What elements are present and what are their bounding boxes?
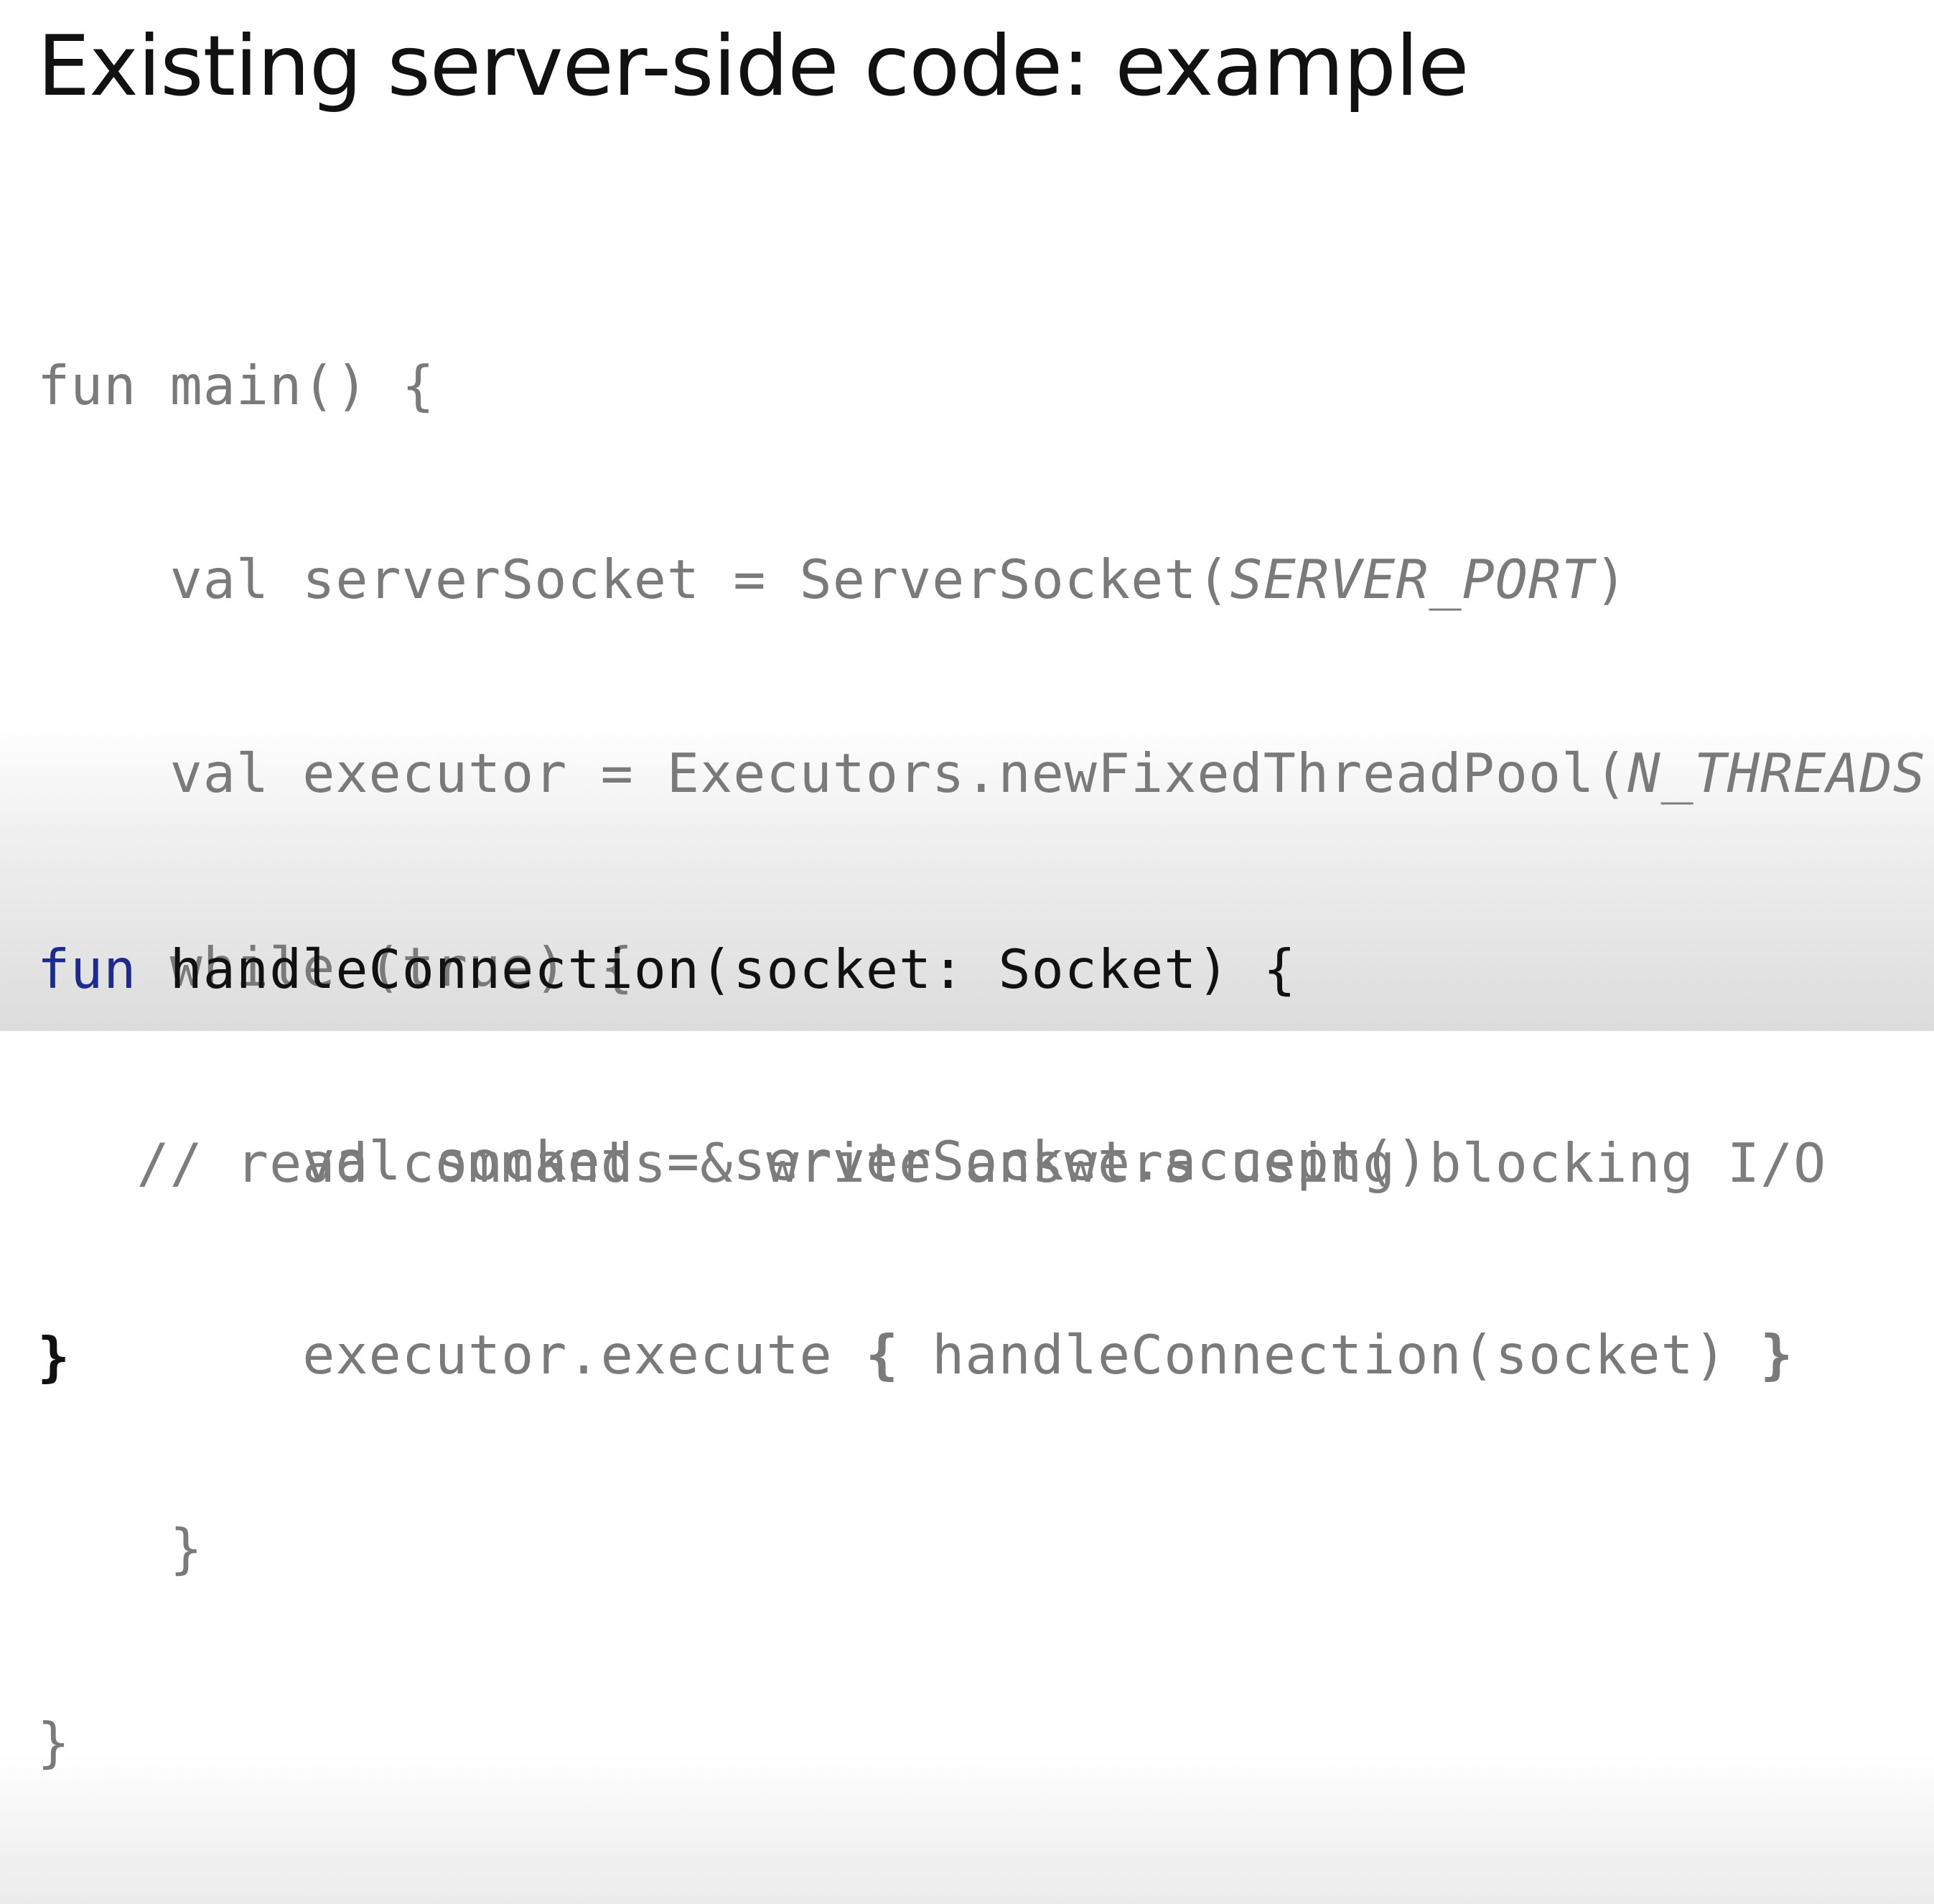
constant-n-threads: N_THREADS <box>1627 742 1926 805</box>
code-text: ) <box>1594 548 1628 611</box>
code-close-brace: } <box>37 1325 71 1389</box>
code-line: // read commands & write answers using b… <box>37 1131 1826 1195</box>
code-text: ) <box>1926 742 1934 805</box>
code-text: fun main() { <box>37 354 435 417</box>
keyword-fun: fun <box>37 938 137 1001</box>
code-block-handler: fun handleConnection(socket: Socket) { /… <box>37 808 1826 1518</box>
code-line: fun main() { <box>37 353 1934 418</box>
code-text: val executor = Executors.newFixedThreadP… <box>37 742 1628 805</box>
constant-server-port: SERVER_PORT <box>1230 548 1595 611</box>
code-line: val executor = Executors.newFixedThreadP… <box>37 741 1934 806</box>
code-line: } <box>37 1325 1826 1389</box>
code-line: } <box>37 1710 1934 1775</box>
code-line: fun handleConnection(socket: Socket) { <box>37 937 1826 1002</box>
slide-title: Existing server-side code: example <box>37 18 1470 115</box>
code-text: handleConnection(socket: Socket) { <box>136 938 1297 1001</box>
code-comment: // read commands & write answers using b… <box>37 1131 1827 1195</box>
slide: Existing server-side code: example fun m… <box>0 0 1934 1774</box>
code-text: val serverSocket = ServerSocket( <box>37 548 1230 611</box>
code-text: } <box>37 1711 71 1774</box>
code-text: } <box>37 1517 203 1580</box>
code-line: val serverSocket = ServerSocket(SERVER_P… <box>37 547 1934 612</box>
code-line: } <box>37 1516 1934 1581</box>
